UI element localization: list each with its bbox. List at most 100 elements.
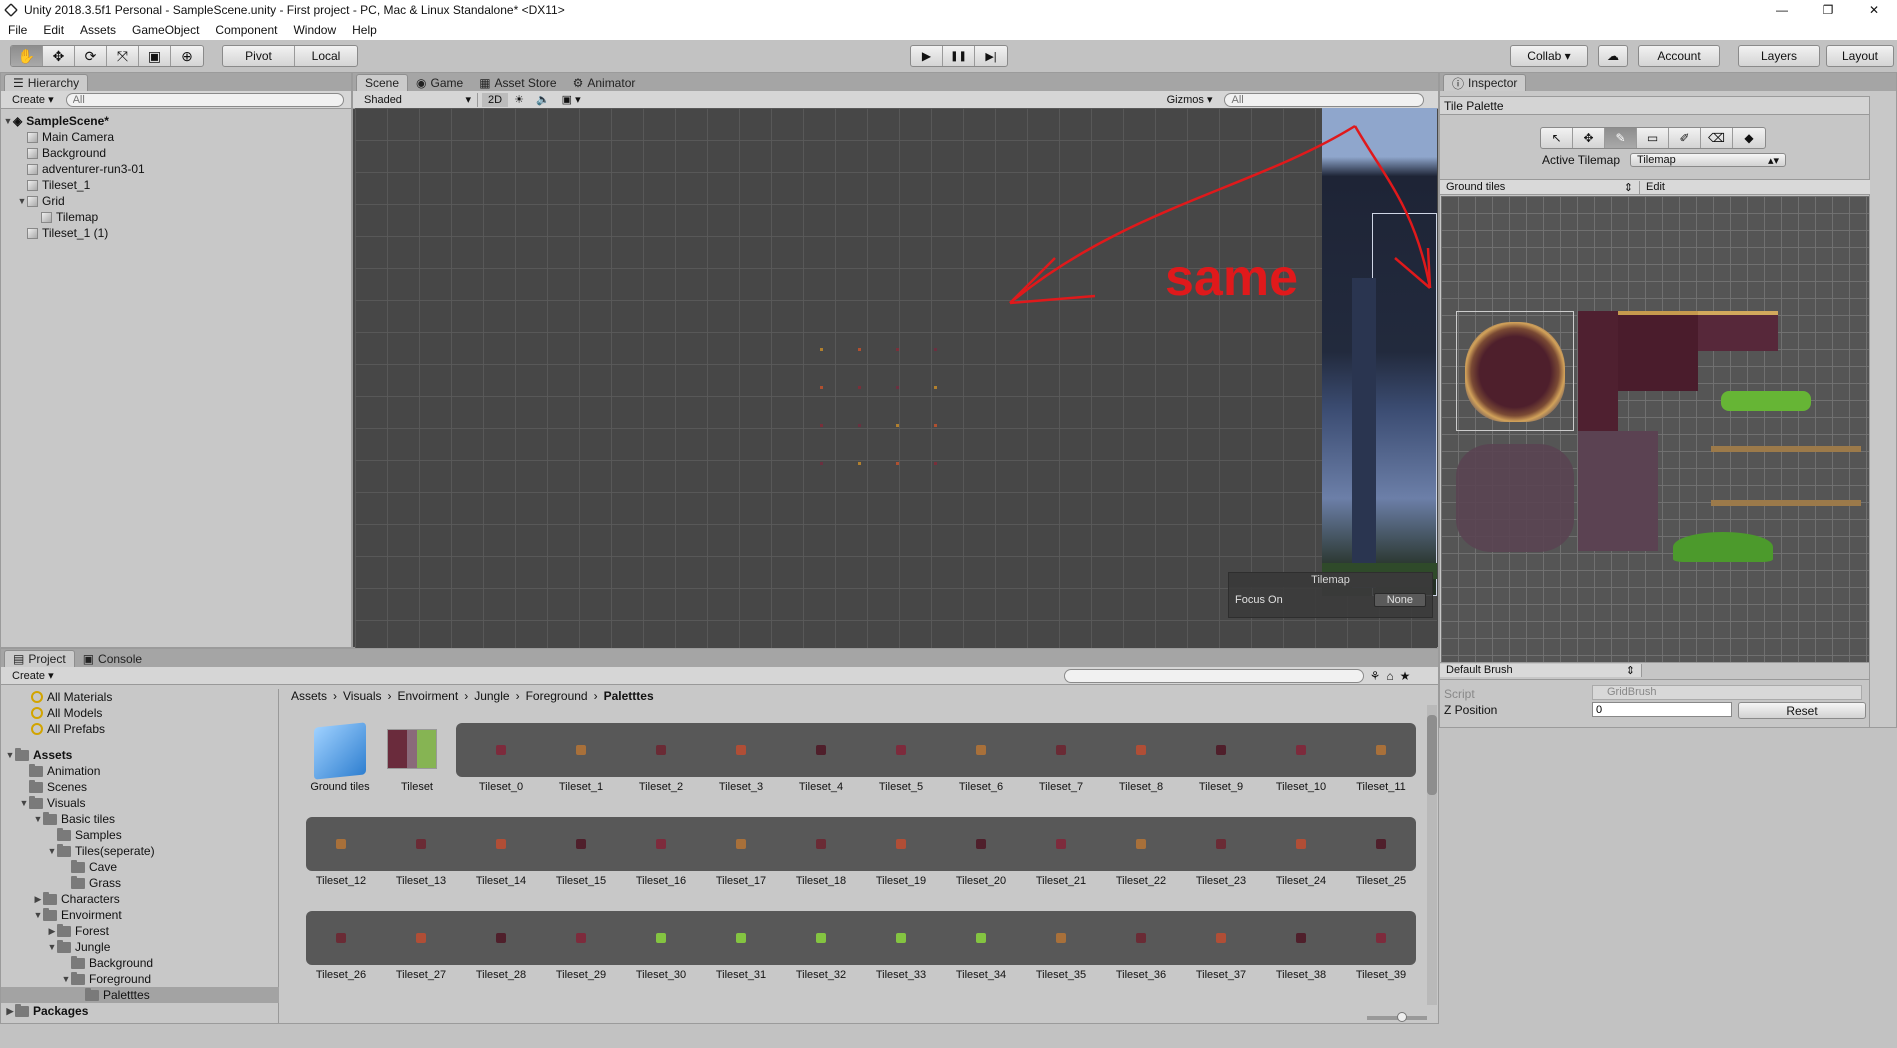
asset-label[interactable]: Tileset_16 xyxy=(621,875,701,887)
menu-window[interactable]: Window xyxy=(285,23,344,37)
tab-hierarchy[interactable]: ☰ Hierarchy xyxy=(4,74,89,91)
rect-tool-icon[interactable]: ▣ xyxy=(139,46,171,66)
tile-asset-thumbnail[interactable] xyxy=(816,933,826,943)
folder-item[interactable]: ▼ Jungle xyxy=(47,939,110,955)
expand-arrow-icon[interactable]: ▼ xyxy=(61,974,71,984)
expand-arrow-icon[interactable]: ▼ xyxy=(5,750,15,760)
scene-root[interactable]: ▼ ◈ SampleScene* xyxy=(3,113,109,129)
tile-asset-thumbnail[interactable] xyxy=(896,839,906,849)
tile-asset-thumbnail[interactable] xyxy=(816,839,826,849)
paint-brush-icon[interactable]: ✎ xyxy=(1605,128,1637,148)
asset-label[interactable]: Tileset_17 xyxy=(701,875,781,887)
asset-label[interactable]: Tileset_37 xyxy=(1181,969,1261,981)
hierarchy-item[interactable]: Main Camera xyxy=(17,129,114,145)
step-button[interactable]: ▶| xyxy=(975,46,1007,66)
reset-button[interactable]: Reset xyxy=(1738,702,1866,719)
hierarchy-item[interactable]: Background xyxy=(17,145,106,161)
account-dropdown[interactable]: Account xyxy=(1639,46,1719,66)
tile-asset-thumbnail[interactable] xyxy=(336,839,346,849)
tile-asset-thumbnail[interactable] xyxy=(1136,933,1146,943)
folder-item[interactable]: ▼ Foreground xyxy=(61,971,151,987)
tile-asset-thumbnail[interactable] xyxy=(496,745,506,755)
asset-label[interactable]: Tileset_21 xyxy=(1021,875,1101,887)
filter-type-icon[interactable]: ⚘ xyxy=(1370,669,1381,683)
asset-label[interactable]: Tileset_11 xyxy=(1341,781,1421,793)
folder-item[interactable]: ▼ Envoirment xyxy=(33,907,122,923)
expand-arrow-icon[interactable]: ▶ xyxy=(5,1006,15,1017)
brush-dropdown[interactable]: Default Brush ⇕ xyxy=(1440,663,1642,677)
expand-arrow-icon[interactable]: ▼ xyxy=(33,910,43,920)
tile-asset-thumbnail[interactable] xyxy=(576,933,586,943)
tile-asset-thumbnail[interactable] xyxy=(976,839,986,849)
asset-label[interactable]: Tileset_10 xyxy=(1261,781,1341,793)
asset-label[interactable]: Tileset_30 xyxy=(621,969,701,981)
asset-label[interactable]: Tileset_36 xyxy=(1101,969,1181,981)
asset-label[interactable]: Tileset_13 xyxy=(381,875,461,887)
asset-label[interactable]: Tileset_34 xyxy=(941,969,1021,981)
tile-asset-thumbnail[interactable] xyxy=(496,839,506,849)
tile-asset-thumbnail[interactable] xyxy=(656,933,666,943)
asset-label[interactable]: Tileset_9 xyxy=(1181,781,1261,793)
layout-dropdown[interactable]: Layout xyxy=(1827,46,1893,66)
asset-label[interactable]: Tileset_15 xyxy=(541,875,621,887)
project-search-input[interactable] xyxy=(1063,668,1364,683)
folder-item[interactable]: ▼ Basic tiles xyxy=(33,811,115,827)
2d-mode-toggle[interactable]: 2D xyxy=(482,92,509,107)
transform-tool-icon[interactable]: ⊕ xyxy=(171,46,203,66)
hierarchy-create-button[interactable]: Create ▾ xyxy=(6,93,60,107)
menu-gameobject[interactable]: GameObject xyxy=(124,23,207,37)
expand-arrow-icon[interactable]: ▼ xyxy=(17,196,27,206)
palette-grid[interactable] xyxy=(1441,196,1869,662)
hand-tool-icon[interactable]: ✋ xyxy=(11,46,43,66)
breadcrumb-item[interactable]: Jungle xyxy=(474,689,509,703)
close-button[interactable]: ✕ xyxy=(1851,0,1897,20)
layers-dropdown[interactable]: Layers xyxy=(1739,46,1819,66)
tile-cave-round[interactable] xyxy=(1456,311,1574,431)
gizmos-dropdown[interactable]: Gizmos ▾ xyxy=(1161,93,1219,107)
breadcrumb-item[interactable]: Envoirment xyxy=(397,689,458,703)
asset-label[interactable]: Tileset_18 xyxy=(781,875,861,887)
folder-item[interactable]: Animation xyxy=(19,763,100,779)
fill-icon[interactable]: ◆ xyxy=(1733,128,1765,148)
expand-arrow-icon[interactable]: ▶ xyxy=(47,926,57,937)
asset-label[interactable]: Tileset_33 xyxy=(861,969,941,981)
tile-asset-thumbnail[interactable] xyxy=(1056,745,1066,755)
scene-viewport[interactable]: same Tilemap Focus On None xyxy=(355,108,1437,648)
asset-label[interactable]: Tileset_26 xyxy=(301,969,381,981)
tile-asset-thumbnail[interactable] xyxy=(1056,933,1066,943)
select-tool-icon[interactable]: ↖ xyxy=(1541,128,1573,148)
folder-item[interactable]: ▶ Characters xyxy=(33,891,120,907)
tile-asset-thumbnail[interactable] xyxy=(736,933,746,943)
asset-label[interactable]: Tileset_28 xyxy=(461,969,541,981)
tile-asset-thumbnail[interactable] xyxy=(416,839,426,849)
asset-label[interactable]: Tileset_35 xyxy=(1021,969,1101,981)
folder-item[interactable]: Background xyxy=(61,955,153,971)
folder-item[interactable]: Samples xyxy=(47,827,122,843)
menu-edit[interactable]: Edit xyxy=(35,23,72,37)
folder-item[interactable]: ▶ Packages xyxy=(5,1003,88,1019)
folder-item[interactable]: Grass xyxy=(61,875,121,891)
tile-asset-thumbnail[interactable] xyxy=(736,839,746,849)
tab-animator[interactable]: ⚙ Animator xyxy=(565,74,644,91)
favorite-item[interactable]: All Models xyxy=(31,705,102,721)
pivot-button[interactable]: Pivot xyxy=(223,46,295,66)
folder-item[interactable]: Scenes xyxy=(19,779,87,795)
tile-asset-thumbnail[interactable] xyxy=(656,745,666,755)
asset-label[interactable]: Tileset_29 xyxy=(541,969,621,981)
asset-label[interactable]: Tileset_0 xyxy=(461,781,541,793)
tile-asset-thumbnail[interactable] xyxy=(1296,745,1306,755)
tab-project[interactable]: ▤ Project xyxy=(4,650,75,667)
project-create-button[interactable]: Create ▾ xyxy=(6,669,60,683)
tile-asset-thumbnail[interactable] xyxy=(1056,839,1066,849)
tab-console[interactable]: ▣ Console xyxy=(75,650,150,667)
tile-asset-thumbnail[interactable] xyxy=(1216,745,1226,755)
effects-icon[interactable]: ▣ ▾ xyxy=(556,93,587,107)
tile-asset-thumbnail[interactable] xyxy=(1376,839,1386,849)
tile-asset-thumbnail[interactable] xyxy=(976,745,986,755)
tab-scene[interactable]: Scene xyxy=(356,74,409,91)
tab-inspector[interactable]: ⓘ Inspector xyxy=(1443,74,1527,91)
active-tilemap-dropdown[interactable]: Tilemap ▴▾ xyxy=(1630,153,1787,167)
asset-label[interactable]: Tileset_5 xyxy=(861,781,941,793)
menu-help[interactable]: Help xyxy=(344,23,385,37)
scrollbar-thumb[interactable] xyxy=(1427,715,1437,795)
